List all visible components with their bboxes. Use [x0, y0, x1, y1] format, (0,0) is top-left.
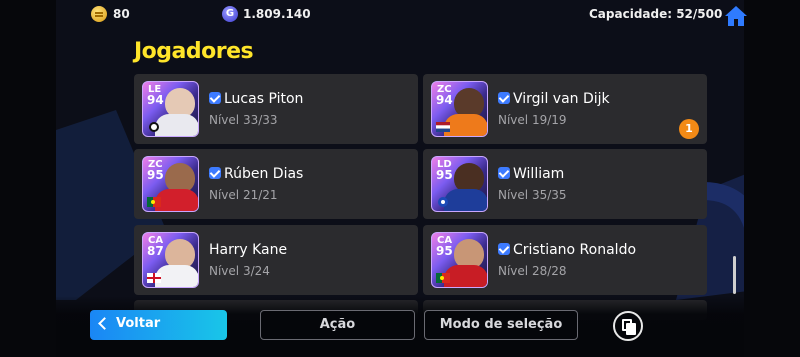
select-mode-button[interactable]: Modo de seleção — [424, 310, 578, 340]
chevron-left-icon — [98, 317, 111, 330]
rating-label: 87 — [147, 244, 164, 258]
back-button[interactable]: Voltar — [90, 310, 227, 340]
screen: 80 G 1.809.140 Capacidade: 52/500 Jogado… — [0, 0, 800, 357]
rating-label: 95 — [436, 244, 453, 258]
action-button-label: Ação — [319, 317, 356, 332]
notification-badge: 1 — [679, 119, 699, 139]
right-letterbox — [744, 0, 800, 357]
netherlands-flag-icon — [436, 122, 450, 132]
capacity-label: Capacidade: 52/500 — [589, 7, 723, 21]
player-level: Nível 19/19 — [498, 113, 567, 127]
section-title: Jogadores — [134, 39, 254, 64]
club-crest-icon — [438, 197, 448, 207]
verified-icon — [498, 243, 510, 255]
player-name-row: Virgil van Dijk — [498, 90, 610, 108]
coin-count: 80 — [113, 7, 130, 21]
player-name-row: Lucas Piton — [209, 90, 303, 108]
player-name: Virgil van Dijk — [513, 91, 610, 107]
back-button-label: Voltar — [116, 316, 161, 331]
player-level: Nível 3/24 — [209, 264, 270, 278]
player-card-ruben-dias[interactable]: ZC 95 Rúben Dias Nível 21/21 — [134, 149, 418, 219]
player-name: Cristiano Ronaldo — [513, 242, 637, 258]
player-name: Harry Kane — [209, 242, 288, 258]
action-button[interactable]: Ação — [260, 310, 415, 340]
player-thumbnail: ZC 95 — [142, 156, 199, 212]
verified-icon — [209, 92, 221, 104]
player-name-row: Harry Kane — [209, 241, 287, 259]
player-thumbnail: CA 95 — [431, 232, 488, 288]
player-thumbnail: LE 94 — [142, 81, 199, 137]
player-name-row: William — [498, 165, 564, 183]
player-thumbnail: CA 87 — [142, 232, 199, 288]
rating-label: 94 — [147, 93, 164, 107]
player-level: Nível 35/35 — [498, 188, 567, 202]
player-card-virgil-van-dijk[interactable]: ZC 94 Virgil van Dijk Nível 19/19 1 — [423, 74, 707, 144]
player-thumbnail: LD 95 — [431, 156, 488, 212]
player-card-william[interactable]: LD 95 William Nível 35/35 — [423, 149, 707, 219]
player-thumbnail: ZC 94 — [431, 81, 488, 137]
player-name-row: Rúben Dias — [209, 165, 303, 183]
portugal-flag-icon — [436, 273, 450, 283]
gp-count: 1.809.140 — [243, 7, 311, 21]
top-bar: 80 G 1.809.140 Capacidade: 52/500 — [0, 0, 800, 30]
rating-label: 94 — [436, 93, 453, 107]
player-name: Lucas Piton — [224, 91, 304, 107]
england-flag-icon — [147, 273, 161, 283]
player-name: Rúben Dias — [224, 166, 304, 182]
player-level: Nível 28/28 — [498, 264, 567, 278]
verified-icon — [498, 167, 510, 179]
player-card-lucas-piton[interactable]: LE 94 Lucas Piton Nível 33/33 — [134, 74, 418, 144]
verified-icon — [498, 92, 510, 104]
player-level: Nível 33/33 — [209, 113, 278, 127]
home-icon[interactable] — [724, 5, 748, 27]
player-name-row: Cristiano Ronaldo — [498, 241, 636, 259]
copy-button[interactable] — [613, 311, 643, 341]
left-letterbox — [0, 0, 56, 357]
select-mode-button-label: Modo de seleção — [439, 317, 563, 332]
player-card-harry-kane[interactable]: CA 87 Harry Kane Nível 3/24 — [134, 225, 418, 295]
player-level: Nível 21/21 — [209, 188, 278, 202]
gold-coin-icon — [91, 6, 107, 22]
gp-coin-icon: G — [222, 6, 238, 22]
rating-label: 95 — [147, 168, 164, 182]
player-card-cristiano-ronaldo[interactable]: CA 95 Cristiano Ronaldo Nível 28/28 — [423, 225, 707, 295]
club-crest-icon — [149, 122, 159, 132]
verified-icon — [209, 167, 221, 179]
scrollbar[interactable] — [733, 256, 736, 294]
portugal-flag-icon — [147, 197, 161, 207]
rating-label: 95 — [436, 168, 453, 182]
player-name: William — [513, 166, 565, 182]
